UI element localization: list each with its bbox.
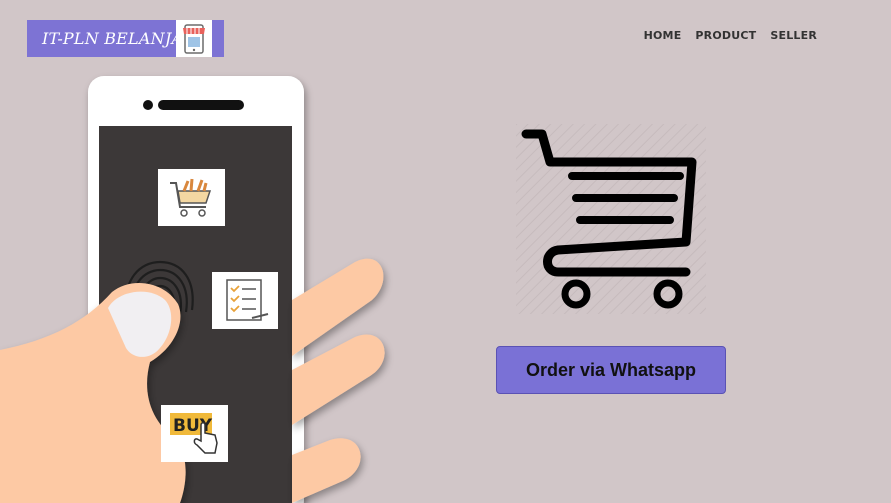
shopping-cart-icon — [516, 124, 706, 314]
buy-hand-icon[interactable]: BUY — [161, 405, 228, 462]
order-whatsapp-button[interactable]: Order via Whatsapp — [496, 346, 726, 394]
checklist-icon[interactable] — [212, 272, 278, 329]
grocery-cart-icon[interactable] — [158, 169, 225, 226]
phone-hand-illustration — [0, 76, 385, 503]
